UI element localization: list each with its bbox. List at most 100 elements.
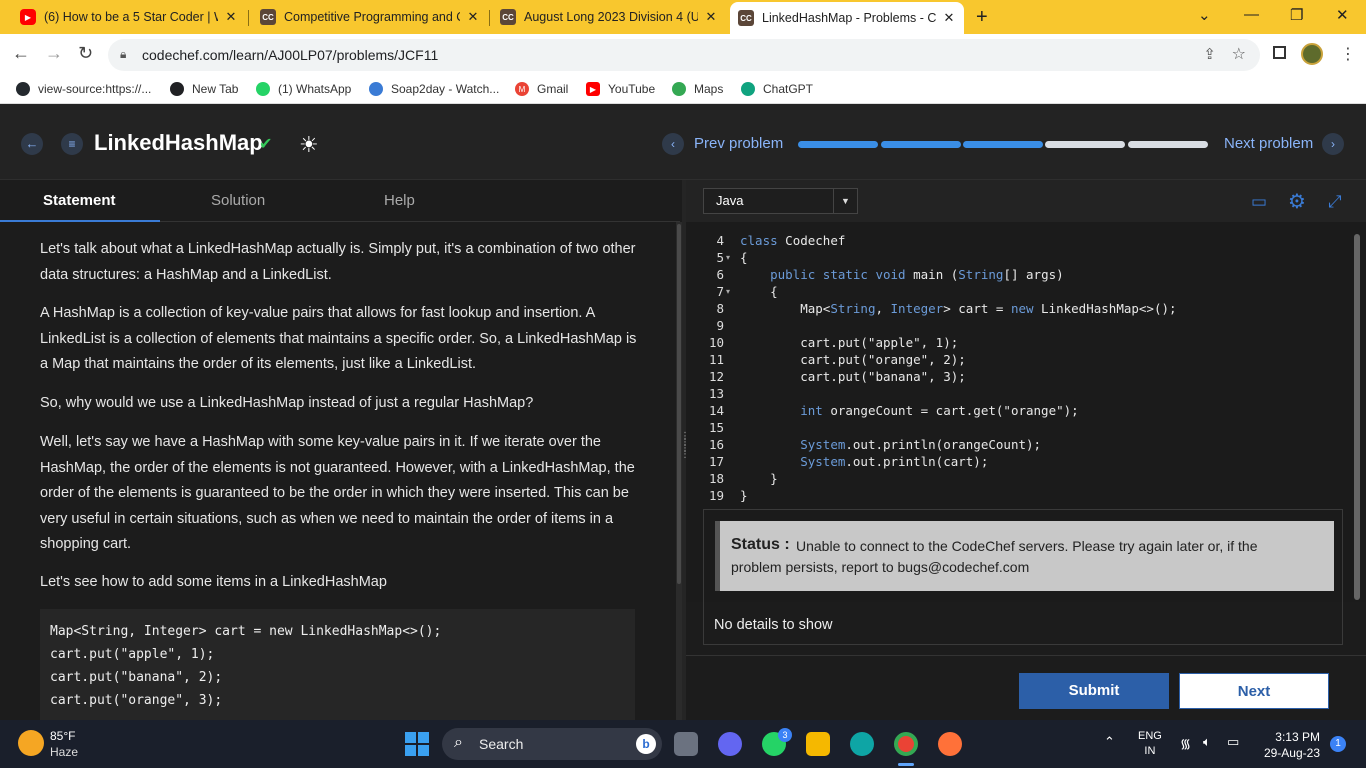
volume-icon[interactable]: 🔈︎ xyxy=(1203,734,1211,750)
share-icon[interactable]: ⇪ xyxy=(1203,45,1216,63)
wifi-icon[interactable]: ᯾ xyxy=(1180,734,1191,752)
statement-scroll-thumb[interactable] xyxy=(677,224,681,584)
code-line[interactable]: { xyxy=(740,250,748,265)
tab-statement[interactable]: Statement xyxy=(43,192,116,209)
bing-icon[interactable]: b xyxy=(636,734,656,754)
code-line[interactable]: System.out.println(cart); xyxy=(740,454,988,469)
editor-scrollbar[interactable] xyxy=(1354,234,1360,600)
window-close-button[interactable]: ✕ xyxy=(1336,6,1349,24)
close-icon[interactable]: ✕ xyxy=(942,10,956,26)
battery-icon[interactable]: ▭ xyxy=(1227,734,1239,750)
bookmark-chatgpt[interactable]: ChatGPT xyxy=(741,82,813,96)
submit-button[interactable]: Submit xyxy=(1019,673,1169,709)
status-message-line: problem persists, report to bugs@codeche… xyxy=(731,559,1030,575)
browser-menu-icon[interactable]: ⋮ xyxy=(1340,44,1356,64)
windows-start-icon[interactable] xyxy=(405,732,429,756)
chevron-up-icon[interactable]: ⌃ xyxy=(1104,734,1115,750)
profile-avatar[interactable] xyxy=(1301,43,1323,65)
reload-icon[interactable]: ↻ xyxy=(78,43,93,64)
code-line[interactable]: cart.put("orange", 2); xyxy=(740,352,966,367)
new-tab-button[interactable]: + xyxy=(976,6,988,29)
code-line[interactable]: cart.put("apple", 1); xyxy=(740,335,958,350)
code-line[interactable]: { xyxy=(740,284,778,299)
tab-solution[interactable]: Solution xyxy=(211,192,265,209)
statement-paragraph: A HashMap is a collection of key-value p… xyxy=(40,305,637,372)
weather-temperature[interactable]: 85°F xyxy=(50,729,75,743)
fold-arrow-icon[interactable]: ▾ xyxy=(726,253,730,262)
close-icon[interactable]: ✕ xyxy=(704,9,718,25)
code-line[interactable]: class Codechef xyxy=(740,233,845,248)
minimize-button[interactable]: — xyxy=(1244,6,1259,23)
bookmark-youtube[interactable]: ▶ YouTube xyxy=(586,82,655,96)
language-select[interactable]: Java ▼ xyxy=(703,188,858,214)
chrome-icon[interactable] xyxy=(894,732,918,756)
browser-tab-august-long[interactable]: CC August Long 2023 Division 4 (Un ✕ xyxy=(492,4,726,30)
taskbar-search[interactable]: ⌕ Search b xyxy=(442,728,662,760)
next-button[interactable]: Next xyxy=(1179,673,1329,709)
back-icon[interactable]: ← xyxy=(21,133,43,155)
problem-list-icon[interactable]: ≡ xyxy=(61,133,83,155)
side-panel-icon[interactable] xyxy=(1273,46,1286,59)
browser-tab-competitive[interactable]: CC Competitive Programming and C ✕ xyxy=(252,4,488,30)
next-chevron-icon[interactable]: › xyxy=(1322,133,1344,155)
theme-toggle-sun-icon[interactable]: ☀ xyxy=(299,132,319,158)
line-number: 17 xyxy=(708,454,724,469)
browser-tab-youtube[interactable]: ▶ (6) How to be a 5 Star Coder | Wi ✕ xyxy=(12,4,246,30)
line-number: 12 xyxy=(708,369,724,384)
language-indicator[interactable]: ENG IN xyxy=(1138,729,1162,759)
line-number: 8 xyxy=(716,301,724,316)
codechef-page: ← ≡ LinkedHashMap ✔ ☀ ‹ Prev problem Nex… xyxy=(0,104,1366,720)
tab-title: Competitive Programming and C xyxy=(284,10,460,24)
bookmark-view-source[interactable]: view-source:https://... xyxy=(16,82,151,96)
lock-icon[interactable]: 🔒︎ xyxy=(120,47,126,62)
code-line[interactable]: System.out.println(orangeCount); xyxy=(740,437,1041,452)
url-text[interactable]: codechef.com/learn/AJ00LP07/problems/JCF… xyxy=(142,47,438,63)
code-line[interactable]: public static void main (String[] args) xyxy=(740,267,1064,282)
edge-icon[interactable] xyxy=(850,732,874,756)
file-explorer-icon[interactable] xyxy=(806,732,830,756)
progress-segment xyxy=(881,141,961,148)
line-number: 6 xyxy=(716,267,724,282)
next-problem-link[interactable]: Next problem xyxy=(1224,135,1313,152)
line-number: 9 xyxy=(716,318,724,333)
prev-problem-link[interactable]: Prev problem xyxy=(694,135,783,152)
gear-icon[interactable]: ⚙ xyxy=(1288,189,1306,214)
code-line[interactable]: } xyxy=(740,488,748,503)
bookmark-soap2day[interactable]: Soap2day - Watch... xyxy=(369,82,499,96)
code-line[interactable]: } xyxy=(740,471,778,486)
close-icon[interactable]: ✕ xyxy=(224,9,238,25)
maximize-button[interactable]: ❐ xyxy=(1290,6,1303,24)
bookmark-gmail[interactable]: M Gmail xyxy=(515,82,568,96)
weather-haze-icon[interactable] xyxy=(18,730,44,756)
close-icon[interactable]: ✕ xyxy=(466,9,480,25)
forward-arrow-icon[interactable]: → xyxy=(45,43,63,64)
bookmark-star-icon[interactable]: ☆ xyxy=(1232,44,1246,64)
notification-badge[interactable]: 1 xyxy=(1330,736,1346,752)
status-box: Status : Unable to connect to the CodeCh… xyxy=(715,521,1334,591)
bookmark-new-tab[interactable]: New Tab xyxy=(170,82,238,96)
weather-condition[interactable]: Haze xyxy=(50,745,78,759)
fullscreen-icon[interactable]: ⤢ xyxy=(1328,192,1342,212)
clock[interactable]: 3:13 PM 29-Aug-23 xyxy=(1258,729,1320,761)
omnibox[interactable]: 🔒︎ codechef.com/learn/AJ00LP07/problems/… xyxy=(108,39,1260,71)
tab-help[interactable]: Help xyxy=(384,192,415,209)
teams-chat-icon[interactable] xyxy=(718,732,742,756)
chevron-down-icon[interactable]: ▼ xyxy=(833,189,857,213)
code-line[interactable]: int orangeCount = cart.get("orange"); xyxy=(740,403,1078,418)
statement-tabs: Statement Solution Help xyxy=(0,180,680,222)
chat-icon[interactable]: ▭ xyxy=(1251,192,1267,212)
bookmark-whatsapp[interactable]: (1) WhatsApp xyxy=(256,82,351,96)
back-arrow-icon[interactable]: ← xyxy=(12,43,30,64)
fold-arrow-icon[interactable]: ▾ xyxy=(726,287,730,296)
bookmark-maps[interactable]: Maps xyxy=(672,82,723,96)
youtube-icon: ▶ xyxy=(586,82,600,96)
prev-chevron-icon[interactable]: ‹ xyxy=(662,133,684,155)
firefox-icon[interactable] xyxy=(938,732,962,756)
code-line[interactable]: cart.put("banana", 3); xyxy=(740,369,966,384)
tab-search-icon[interactable]: ⌄ xyxy=(1198,6,1211,24)
tab-separator xyxy=(489,10,490,26)
task-view-icon[interactable] xyxy=(674,732,698,756)
code-line[interactable]: Map<String, Integer> cart = new LinkedHa… xyxy=(740,301,1176,316)
browser-tab-linkedhashmap[interactable]: CC LinkedHashMap - Problems - Co ✕ xyxy=(730,2,964,34)
progress-segment xyxy=(1128,141,1208,148)
